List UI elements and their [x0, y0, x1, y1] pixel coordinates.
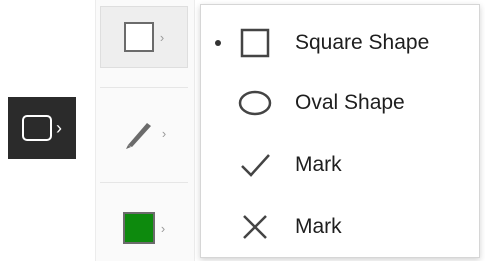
toolbar: › › › [95, 0, 195, 261]
toolbar-divider [100, 182, 188, 183]
selected-bullet-icon [215, 40, 221, 46]
menu-item-square-shape[interactable]: Square Shape [201, 13, 479, 73]
chevron-right-icon: › [56, 118, 62, 138]
shape-tool-toggle[interactable]: › [8, 97, 76, 159]
pen-tool-button[interactable]: › [100, 100, 188, 166]
toolbar-divider [100, 87, 188, 88]
check-mark-icon [237, 147, 273, 183]
shape-menu: Square Shape Oval Shape Mark Mark [200, 4, 480, 258]
pen-icon [125, 123, 151, 149]
square-shape-icon [237, 25, 273, 61]
chevron-right-icon: › [161, 125, 167, 141]
menu-item-label: Mark [295, 153, 342, 176]
menu-item-cross-mark[interactable]: Mark [201, 197, 479, 257]
shape-tool-button[interactable]: › [100, 6, 188, 68]
color-swatch-icon [122, 212, 155, 244]
menu-item-oval-shape[interactable]: Oval Shape [201, 73, 479, 133]
menu-item-label: Mark [295, 215, 342, 238]
color-tool-button[interactable]: › [100, 196, 188, 260]
oval-shape-icon [237, 85, 273, 121]
cross-mark-icon [237, 209, 273, 245]
menu-item-label: Square Shape [295, 31, 430, 54]
menu-item-label: Oval Shape [295, 91, 405, 114]
rectangle-icon [22, 115, 52, 141]
square-icon [123, 22, 154, 52]
menu-item-check-mark[interactable]: Mark [201, 135, 479, 195]
chevron-right-icon: › [160, 220, 166, 236]
chevron-right-icon: › [159, 29, 165, 45]
